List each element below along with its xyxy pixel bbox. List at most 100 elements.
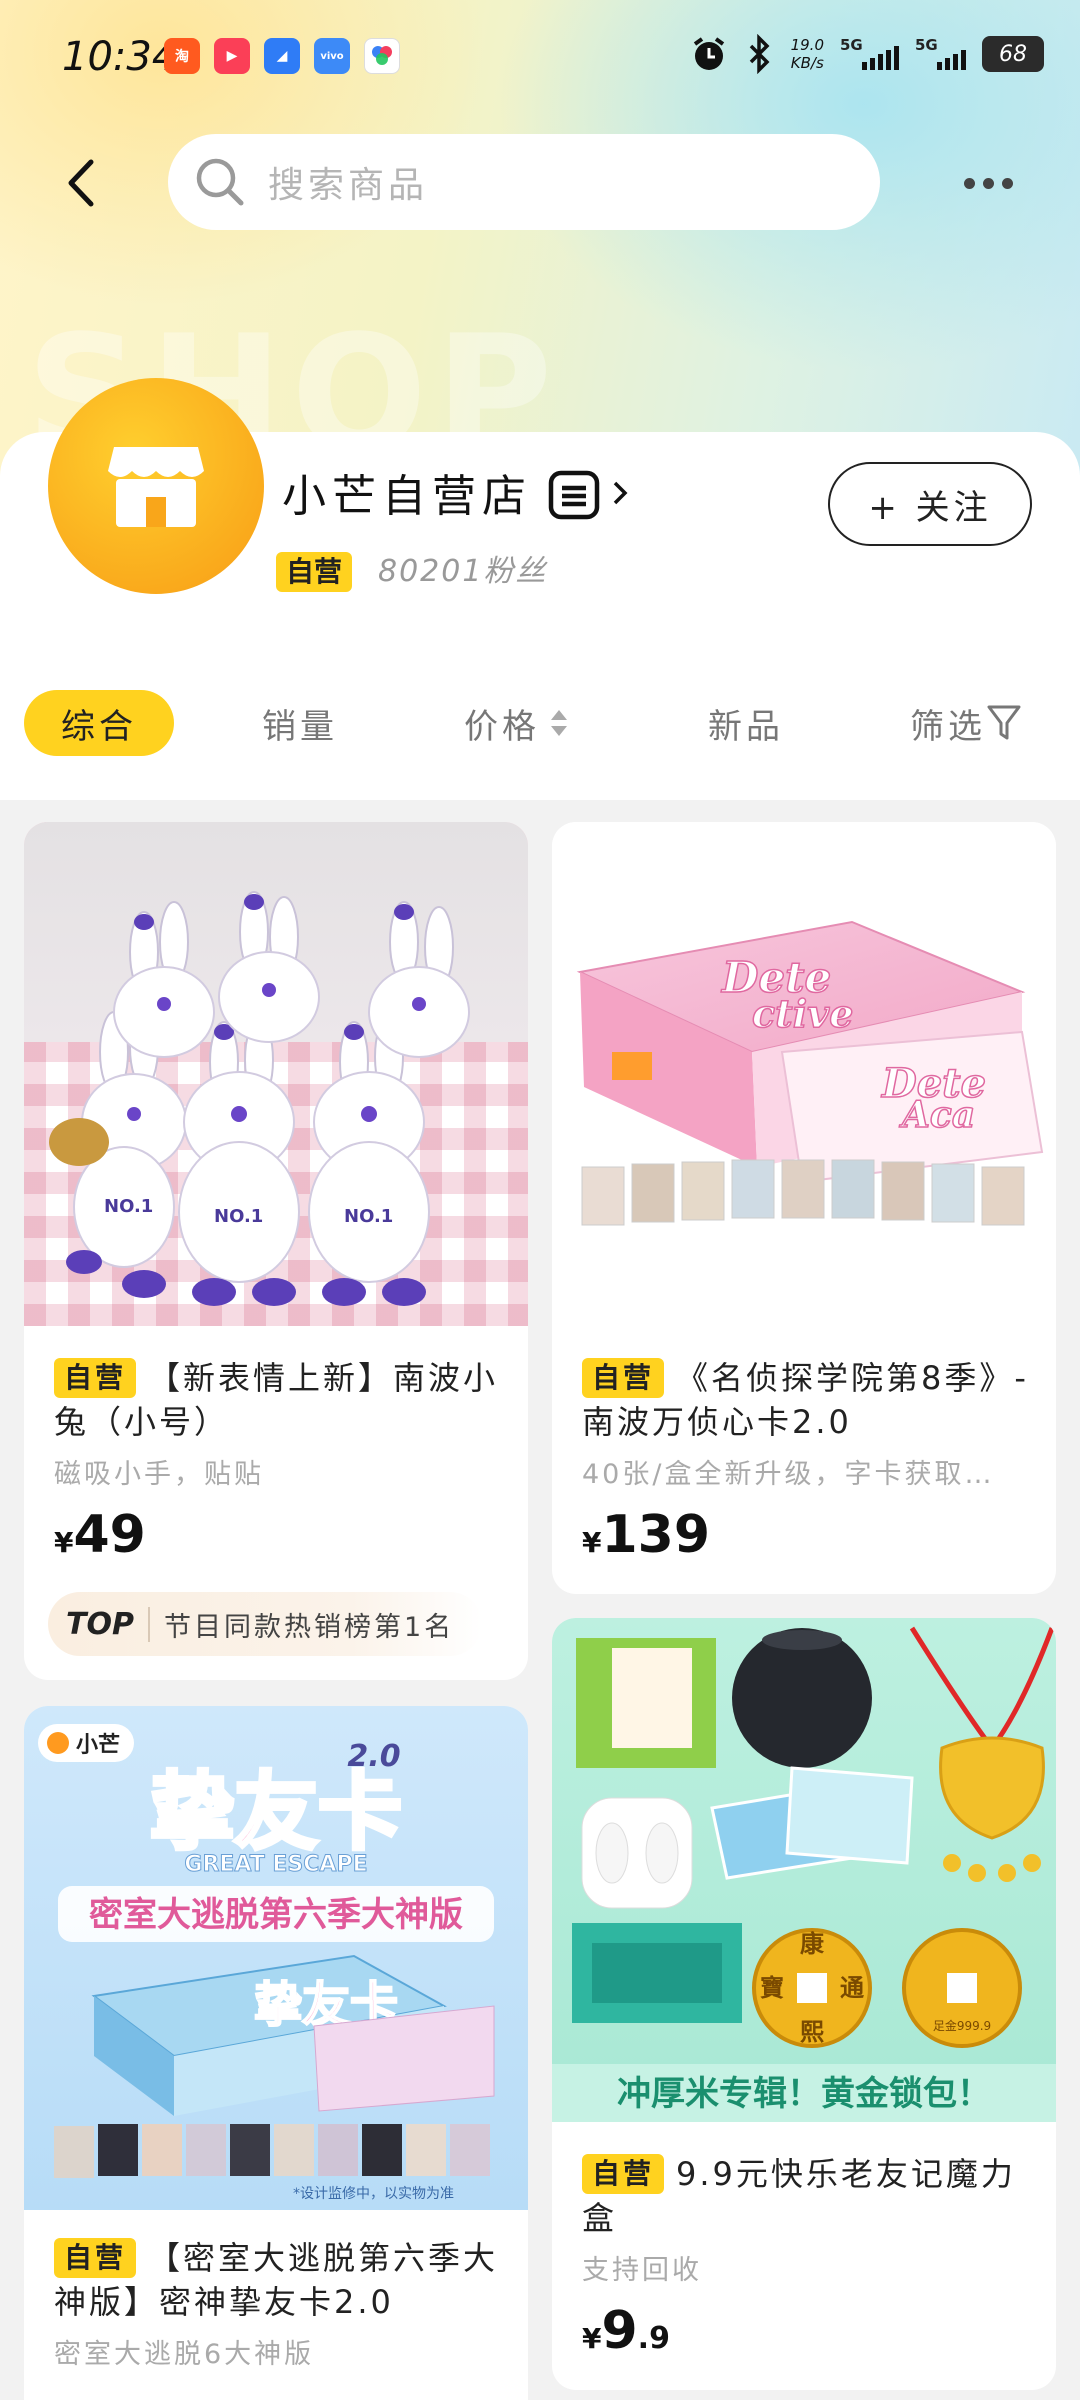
filter-icon [987,705,1021,740]
price-currency: ¥ [582,2322,602,2355]
more-dot-icon [982,177,994,189]
product-title: 自营 《名侦探学院第8季》-南波万侦心卡2.0 [582,1356,1032,1444]
product-subtitle: 40张/盒全新升级，字卡获取… [582,1459,995,1490]
product-subtitle: 密室大逃脱6大神版 [54,2339,315,2370]
self-operated-badge: 自营 [54,2238,137,2278]
lucky-box-illustration: 康 熙 通 寶 足金999.9 冲厚米专辑！黄金锁包！ [552,1626,1056,2122]
search-placeholder: 搜索商品 [268,165,429,206]
svg-text:NO.1: NO.1 [104,1196,153,1217]
product-card[interactable]: Dete ctive Dete Aca 自营 《名侦探学院第8季》-南波万侦心卡2… [552,822,1056,1594]
price-decimal: .9 [637,2321,670,2356]
ranking-badge[interactable]: TOP 节目同款热销榜第1名 [48,1592,483,1656]
sort-tabs: 综合 销量 价格 新品 筛选 [0,690,1080,800]
coin-char-left: 寶 [760,1974,784,2002]
rank-top-label: TOP [66,1606,150,1642]
tab-new[interactable]: 新品 [708,690,784,756]
browser-app-icon: ◢ [264,38,300,74]
chevron-left-icon [68,159,94,207]
game-card-banner: 挚友卡 2.0 GREAT ESCAPE 密室大逃脱第六季大神版 挚友卡 *设计… [54,1739,495,2202]
more-dot-icon [963,177,975,189]
store-details-icon[interactable] [548,470,600,520]
cloud-app-icon [364,38,400,74]
bunny-plush-illustration: NO.1 NO.1 NO.1 [49,891,470,1306]
product-price: ¥49 [54,1505,504,1565]
rank-text: 节目同款热销榜第1名 [163,1611,455,1643]
coin-char-bottom: 熙 [800,2018,824,2046]
store-logo[interactable] [48,378,264,594]
coin-char-right: 通 [840,1974,864,2002]
self-operated-badge: 自营 [54,1358,137,1398]
product-card[interactable]: 小芒 挚友卡 2.0 GREAT ESCAPE 密室大逃脱第六季大神版 挚友卡 [24,1706,528,2400]
sort-arrows-icon [550,709,568,737]
system-status-icons: 19.0 KB/s 5G 5G 68 [689,34,1044,74]
product-subtitle: 磁吸小手，贴贴 [54,1459,264,1490]
banner-note: *设计监修中，以实物为准 [293,2186,454,2202]
coin2-text: 足金999.9 [933,2018,991,2033]
product-image[interactable]: Dete ctive Dete Aca [552,822,1056,1326]
back-button[interactable] [52,150,112,216]
banner-en: GREAT ESCAPE [184,1852,367,1877]
bluetooth-icon [749,34,770,74]
status-bar: 10:34 淘 ▶ ◢ vivo 19.0 KB/s 5G 5G 68 [0,0,1080,120]
product-title: 自营 【密室大逃脱第六季大神版】密神挚友卡2.0 [54,2236,504,2324]
price-currency: ¥ [582,1526,602,1559]
battery-icon: 68 [982,36,1044,72]
banner-version: 2.0 [347,1739,400,1774]
pack-logo-text-2: Aca [899,1094,975,1136]
product-info: 自营 【新表情上新】南波小兔（小号） 磁吸小手，贴贴 ¥49 [54,1356,504,1565]
promo-banner-text: 冲厚米专辑！黄金锁包！ [617,2074,991,2114]
card-box-illustration: Dete ctive Dete Aca [576,920,1044,1226]
vivo-icon: vivo [314,38,350,74]
product-image[interactable]: NO.1 NO.1 NO.1 [24,822,528,1326]
product-card[interactable]: NO.1 NO.1 NO.1 自营 【新表情上新】南波小兔（小号） 磁吸小手，贴贴 ¥… [24,822,528,1680]
tab-price[interactable]: 价格 [464,690,568,756]
price-currency: ¥ [54,1526,74,1559]
video-app-icon: ▶ [214,38,250,74]
self-operated-badge: 自营 [582,1358,665,1398]
product-image[interactable]: 小芒 挚友卡 2.0 GREAT ESCAPE 密室大逃脱第六季大神版 挚友卡 [24,1706,528,2210]
price-integer: 9 [601,2301,638,2361]
product-info: 自营 【密室大逃脱第六季大神版】密神挚友卡2.0 密室大逃脱6大神版 [54,2236,504,2371]
coin-char-top: 康 [800,1930,825,1958]
battery-level: 68 [999,41,1027,67]
product-price: ¥9.9 [582,2301,1032,2361]
tab-price-label: 价格 [464,706,540,747]
product-image[interactable]: 康 熙 通 寶 足金999.9 冲厚米专辑！黄金锁包！ [552,1618,1056,2122]
more-options-button[interactable] [956,156,1020,210]
product-price: ¥139 [582,1505,1032,1565]
tab-filter-label: 筛选 [910,706,986,747]
taobao-icon: 淘 [164,38,200,74]
svg-text:NO.1: NO.1 [344,1206,393,1227]
search-icon [196,158,244,206]
self-operated-badge: 自营 [276,552,353,592]
product-card[interactable]: 康 熙 通 寶 足金999.9 冲厚米专辑！黄金锁包！ 自营 9.9元快乐老友记魔… [552,1618,1056,2390]
product-info: 自营 《名侦探学院第8季》-南波万侦心卡2.0 40张/盒全新升级，字卡获取… ¥… [582,1356,1032,1565]
clock: 10:34 [62,34,178,80]
product-title: 自营 9.9元快乐老友记魔力盒 [582,2152,1032,2240]
alarm-icon [693,37,724,70]
product-title: 自营 【新表情上新】南波小兔（小号） [54,1356,504,1444]
signal-icon-1: 5G [840,36,899,70]
price-integer: 139 [601,1505,711,1565]
signal-icon-2: 5G [915,36,966,70]
tab-comprehensive[interactable]: 综合 [24,690,174,756]
notification-icons: 淘 ▶ ◢ vivo [164,38,400,74]
price-integer: 49 [73,1505,146,1565]
fan-count: 80201粉丝 [378,554,548,589]
tab-filter[interactable]: 筛选 [910,690,1022,756]
product-info: 自营 9.9元快乐老友记魔力盒 支持回收 ¥9.9 [582,2152,1032,2361]
shop-icon [108,447,204,527]
follow-button[interactable]: + 关注 [828,462,1032,546]
search-input[interactable]: 搜索商品 [168,134,880,230]
network-speed: 19.0 KB/s [790,36,824,72]
more-dot-icon [1001,177,1013,189]
store-name[interactable]: 小芒自营店 [282,460,532,524]
tab-sales[interactable]: 销量 [262,690,338,756]
banner-title: 挚友卡 [150,1763,402,1861]
self-operated-badge: 自营 [582,2154,665,2194]
svg-text:NO.1: NO.1 [214,1206,263,1227]
box-logo-text-2: ctive [752,991,853,1036]
chevron-right-icon[interactable] [610,478,630,508]
product-subtitle: 支持回收 [582,2255,702,2286]
banner-subtitle: 密室大逃脱第六季大神版 [89,1895,463,1935]
